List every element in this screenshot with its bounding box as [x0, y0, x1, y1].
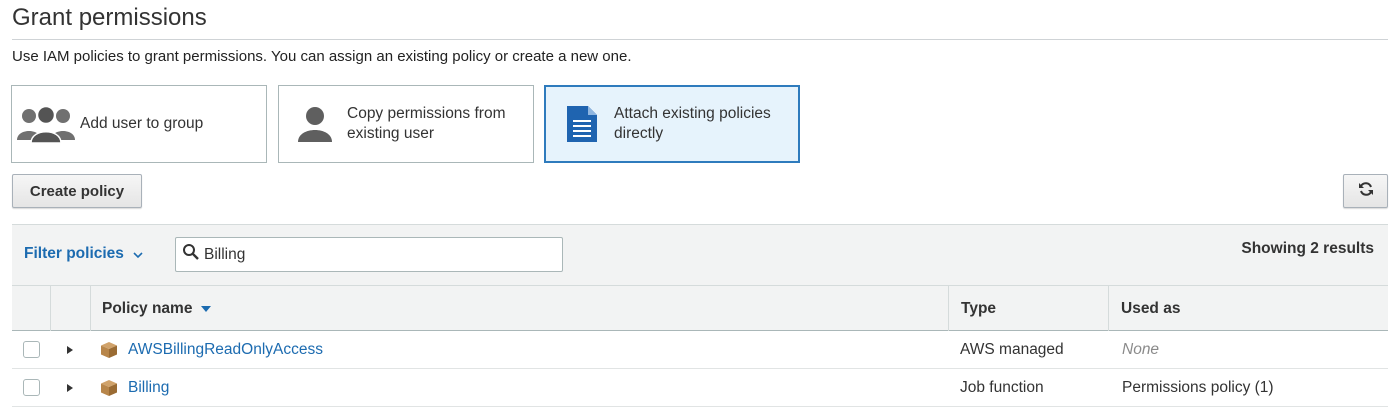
column-divider: [50, 286, 51, 331]
add-user-to-group-option[interactable]: Add user to group: [11, 85, 267, 163]
copy-permissions-option[interactable]: Copy permissions from existing user: [278, 85, 534, 163]
expand-caret-icon[interactable]: [66, 369, 74, 406]
search-input[interactable]: Billing: [175, 237, 563, 272]
expand-caret-icon[interactable]: [66, 331, 74, 368]
policy-table-panel: Filter policies Billing Showing 2 result…: [12, 224, 1388, 407]
option-label-line1: Copy permissions from: [347, 105, 506, 122]
filter-bar: Filter policies Billing Showing 2 result…: [12, 225, 1388, 285]
policy-name-link[interactable]: AWSBillingReadOnlyAccess: [128, 331, 323, 368]
create-policy-button[interactable]: Create policy: [12, 174, 142, 208]
page-description: Use IAM policies to grant permissions. Y…: [12, 48, 632, 65]
column-divider: [948, 286, 949, 331]
policy-type: AWS managed: [960, 340, 1064, 358]
table-header: Policy name Type Used as: [12, 285, 1388, 331]
chevron-down-icon[interactable]: [132, 247, 144, 265]
column-divider: [90, 286, 91, 331]
user-icon: [285, 94, 345, 154]
option-label: Add user to group: [80, 115, 204, 132]
table-row: Billing Job function Permissions policy …: [12, 369, 1388, 407]
search-icon: [182, 243, 200, 266]
row-checkbox[interactable]: [23, 341, 40, 358]
table-row: AWSBillingReadOnlyAccess AWS managed Non…: [12, 331, 1388, 369]
sort-descending-icon: [200, 305, 212, 313]
policy-used-as: None: [1122, 340, 1160, 358]
policy-type: Job function: [960, 378, 1044, 396]
refresh-button[interactable]: [1343, 174, 1388, 208]
option-label-line2: existing user: [347, 125, 435, 142]
column-divider: [1108, 286, 1109, 331]
filter-policies-dropdown[interactable]: Filter policies: [24, 245, 124, 263]
policy-name-link[interactable]: Billing: [128, 369, 169, 406]
document-icon: [552, 94, 612, 154]
option-label-line1: Attach existing policies: [614, 105, 771, 122]
policy-used-as: Permissions policy (1): [1122, 378, 1274, 396]
page-title: Grant permissions: [12, 4, 207, 31]
option-label-line2: directly: [614, 125, 664, 142]
results-count: Showing 2 results: [1241, 240, 1374, 257]
row-checkbox[interactable]: [23, 379, 40, 396]
search-value: Billing: [204, 245, 246, 263]
user-group-icon: [12, 94, 80, 154]
column-header-type[interactable]: Type: [961, 286, 996, 331]
refresh-icon: [1358, 181, 1374, 201]
column-header-policy-name[interactable]: Policy name: [102, 286, 212, 331]
policy-package-icon: [100, 369, 118, 406]
title-divider: [12, 39, 1388, 40]
policy-package-icon: [100, 331, 118, 368]
attach-policies-option[interactable]: Attach existing policies directly: [544, 85, 800, 163]
column-header-used-as[interactable]: Used as: [1121, 286, 1180, 331]
